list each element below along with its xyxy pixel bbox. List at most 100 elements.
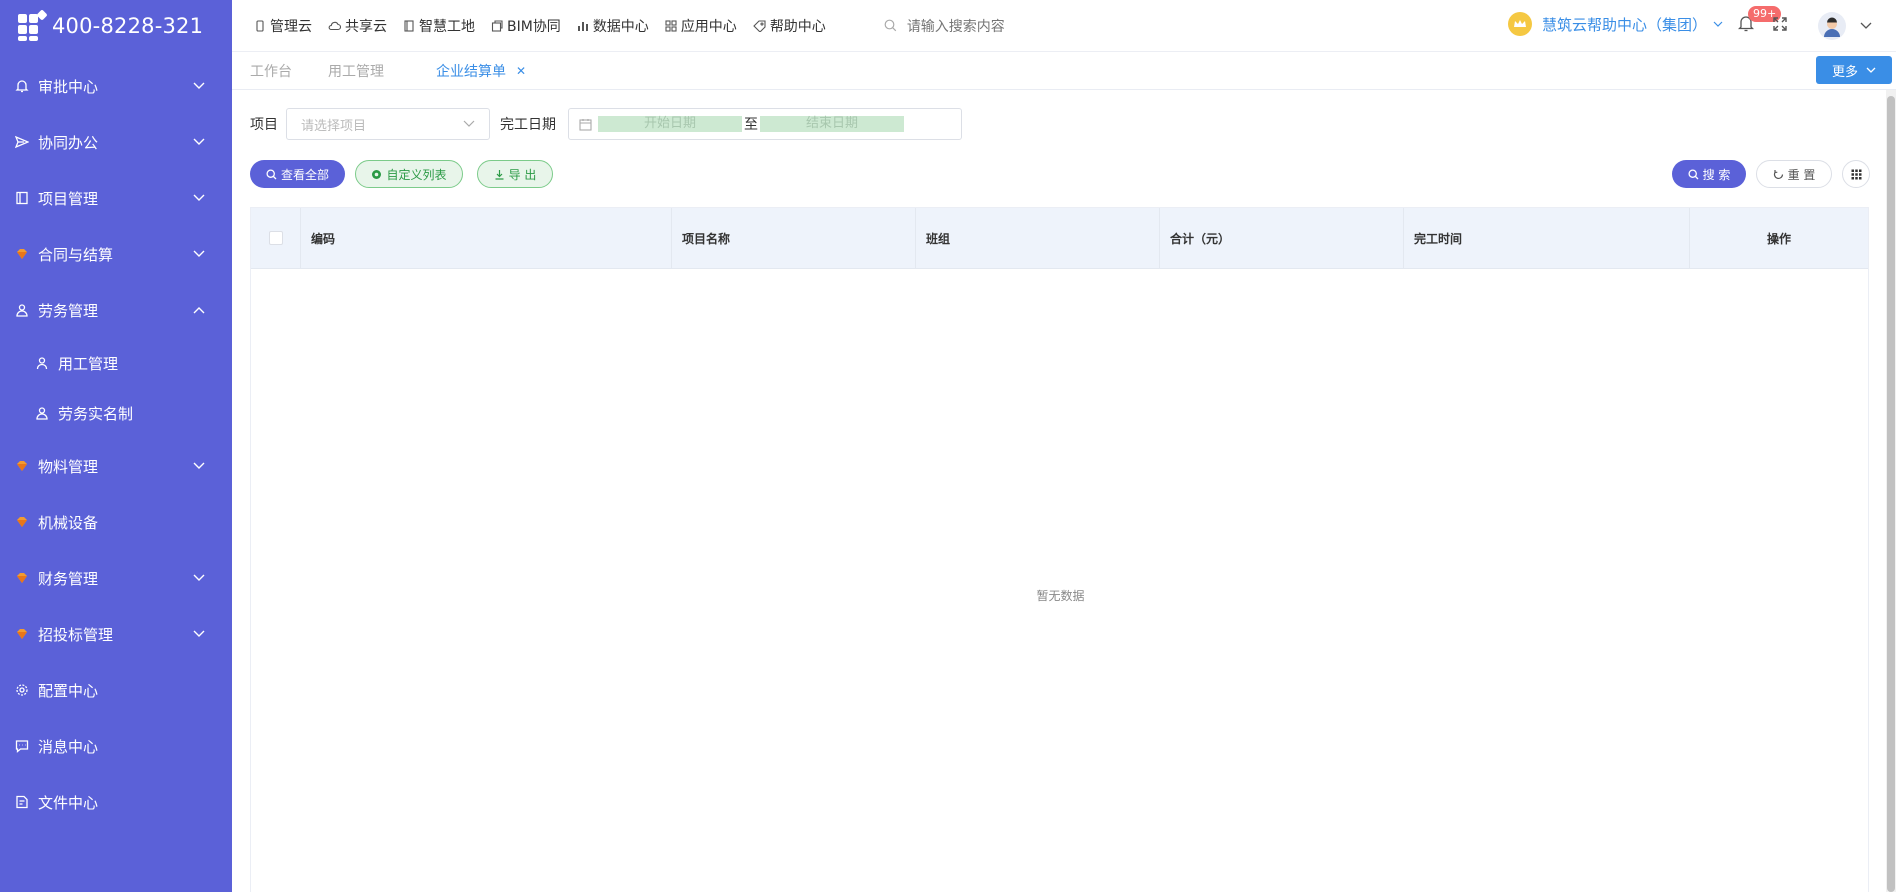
main-content: 项目 请选择项目 完工日期 开始日期 至 结束日期 查看全部 自定义列表 导 出… (232, 90, 1896, 892)
chevron-down-icon[interactable] (1860, 18, 1872, 34)
chevron-down-icon (192, 191, 206, 205)
fullscreen-icon[interactable] (1772, 16, 1788, 36)
reset-label: 重 置 (1787, 167, 1816, 182)
topnav-item-share-cloud[interactable]: 共享云 (328, 16, 387, 36)
sidebar-item-employment[interactable]: 用工管理 (0, 338, 232, 388)
sidebar-menu: 审批中心 协同办公 项目管理 合同与结算 劳务管理 用工管理 劳务实名制 物料管… (0, 58, 232, 830)
sidebar-item-project[interactable]: 项目管理 (0, 170, 232, 226)
search-input[interactable] (906, 17, 1147, 34)
crown-icon (1508, 12, 1532, 36)
sidebar-item-labor[interactable]: 劳务管理 (0, 282, 232, 338)
end-date-input[interactable]: 结束日期 (760, 116, 904, 132)
user-avatar[interactable] (1818, 12, 1846, 40)
worker-icon (14, 302, 30, 318)
sidebar-item-label: 劳务管理 (38, 301, 99, 320)
sidebar-item-contract[interactable]: 合同与结算 (0, 226, 232, 282)
tab-enterprise-settlement[interactable]: 企业结算单 ✕ (402, 61, 544, 81)
sidebar-item-label: 协同办公 (38, 133, 99, 152)
tab-label: 用工管理 (328, 63, 384, 80)
org-name: 慧筑云帮助中心（集团） (1542, 15, 1708, 34)
topnav-item-bim[interactable]: BIM协同 (491, 16, 561, 36)
column-settings-icon[interactable] (1842, 160, 1870, 188)
chevron-down-icon (463, 120, 475, 127)
org-switcher[interactable]: 慧筑云帮助中心（集团） (1508, 12, 1723, 36)
search-icon (266, 168, 277, 179)
chevron-down-icon (192, 627, 206, 641)
top-nav: 管理云 共享云 智慧工地 BIM协同 数据中心 应用中心 帮助中心 (232, 16, 842, 36)
column-header-total[interactable]: 合计（元） (1160, 208, 1404, 268)
gem-icon (14, 246, 30, 262)
sidebar-item-approval[interactable]: 审批中心 (0, 58, 232, 114)
file-icon (14, 794, 30, 810)
settlement-table: 编码 项目名称 班组 合计（元） 完工时间 操作 暂无数据 (250, 207, 1869, 892)
topnav-label: BIM协同 (507, 18, 561, 35)
top-header: 管理云 共享云 智慧工地 BIM协同 数据中心 应用中心 帮助中心 请输入搜索内… (232, 0, 1896, 52)
box-icon (491, 19, 503, 32)
export-label: 导 出 (508, 167, 537, 182)
chevron-down-icon (1713, 21, 1723, 27)
brand[interactable]: 400-8228-321 (0, 0, 232, 52)
custom-list-button[interactable]: 自定义列表 (355, 160, 463, 188)
tab-label: 工作台 (250, 63, 292, 80)
chevron-down-icon (192, 459, 206, 473)
project-label: 项目 (250, 117, 278, 133)
start-date-input[interactable]: 开始日期 (598, 116, 742, 132)
column-header-actions: 操作 (1766, 231, 1791, 246)
close-icon[interactable]: ✕ (516, 64, 526, 78)
reset-button[interactable]: 重 置 (1756, 160, 1832, 188)
view-all-label: 查看全部 (280, 167, 329, 182)
topnav-item-data-center[interactable]: 数据中心 (577, 16, 649, 36)
search-button[interactable]: 搜 索 (1672, 160, 1746, 188)
gem-icon (14, 570, 30, 586)
sidebar-item-finance[interactable]: 财务管理 (0, 550, 232, 606)
sidebar-item-label: 招投标管理 (38, 625, 114, 644)
topnav-label: 数据中心 (592, 18, 649, 35)
labor-submenu: 用工管理 劳务实名制 (0, 338, 232, 438)
sidebar-item-collab[interactable]: 协同办公 (0, 114, 232, 170)
topnav-item-smart-site[interactable]: 智慧工地 (403, 16, 475, 36)
topnav-item-app-center[interactable]: 应用中心 (665, 16, 737, 36)
sidebar-item-file[interactable]: 文件中心 (0, 774, 232, 830)
sidebar-item-label: 用工管理 (58, 354, 119, 373)
chevron-down-icon (192, 571, 206, 585)
sidebar-item-bidding[interactable]: 招投标管理 (0, 606, 232, 662)
view-all-button[interactable]: 查看全部 (250, 160, 345, 188)
sidebar-item-material[interactable]: 物料管理 (0, 438, 232, 494)
project-select[interactable]: 请选择项目 (286, 108, 490, 140)
bar-chart-icon (577, 21, 588, 31)
sidebar-item-realname[interactable]: 劳务实名制 (0, 388, 232, 438)
tabs-bar: 工作台 用工管理 企业结算单 ✕ 更多 (232, 52, 1896, 90)
table-header: 编码 项目名称 班组 合计（元） 完工时间 操作 (251, 208, 1868, 269)
range-separator: 至 (744, 117, 758, 133)
column-header-code[interactable]: 编码 (301, 208, 672, 268)
select-all-checkbox[interactable] (268, 231, 283, 245)
export-button[interactable]: 导 出 (477, 160, 553, 188)
sidebar-item-machinery[interactable]: 机械设备 (0, 494, 232, 550)
tab-workbench[interactable]: 工作台 (232, 61, 310, 81)
search-icon (884, 19, 897, 32)
bell-icon (14, 78, 30, 94)
chevron-down-icon (192, 79, 206, 93)
topnav-label: 智慧工地 (419, 18, 475, 35)
send-icon (14, 134, 30, 150)
gear-icon (14, 682, 30, 698)
brand-logo-icon (18, 9, 48, 41)
more-button[interactable]: 更多 (1816, 56, 1892, 84)
chevron-up-icon (192, 303, 206, 317)
chevron-down-icon (1866, 67, 1876, 73)
sidebar-item-message[interactable]: 消息中心 (0, 718, 232, 774)
sidebar-item-config[interactable]: 配置中心 (0, 662, 232, 718)
date-range-picker[interactable]: 开始日期 至 结束日期 (568, 108, 962, 140)
custom-list-label: 自定义列表 (386, 167, 447, 182)
column-header-team[interactable]: 班组 (916, 208, 1160, 268)
sidebar-item-label: 财务管理 (38, 569, 99, 588)
download-icon (495, 169, 504, 180)
column-header-project-name[interactable]: 项目名称 (672, 208, 916, 268)
search-label: 搜 索 (1702, 167, 1731, 182)
topnav-item-management-cloud[interactable]: 管理云 (254, 16, 312, 36)
sidebar-item-label: 审批中心 (38, 77, 99, 96)
topnav-item-help-center[interactable]: 帮助中心 (753, 16, 826, 36)
column-header-completion-time[interactable]: 完工时间 (1404, 208, 1690, 268)
tab-employment[interactable]: 用工管理 (310, 61, 402, 81)
scrollbar-thumb[interactable] (1887, 96, 1895, 892)
